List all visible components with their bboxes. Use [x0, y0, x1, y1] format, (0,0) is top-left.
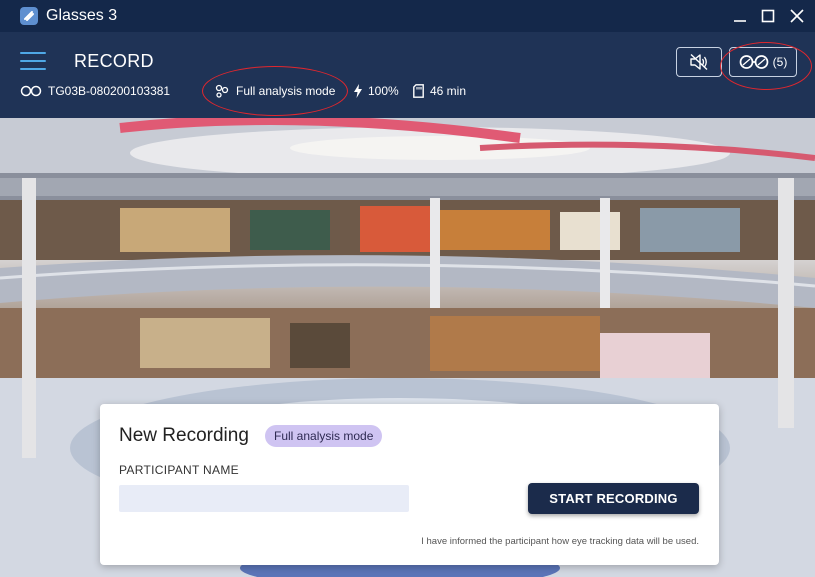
mute-button[interactable]: [676, 47, 722, 77]
minimize-button[interactable]: [728, 4, 752, 28]
mode-label: Full analysis mode: [236, 84, 336, 98]
mode-badge: Full analysis mode: [265, 425, 383, 447]
new-recording-card: New Recording Full analysis mode PARTICI…: [100, 404, 719, 565]
close-icon: [790, 9, 804, 23]
app-logo-icon: [20, 7, 38, 25]
participant-name-input[interactable]: [119, 485, 409, 512]
glasses-icon: [739, 55, 769, 69]
glasses-count: (5): [772, 55, 788, 69]
close-button[interactable]: [785, 4, 809, 28]
page-title: RECORD: [74, 51, 154, 71]
lightning-icon: [354, 84, 362, 98]
sd-card-icon: [413, 84, 424, 98]
title-bar: Glasses 3: [0, 0, 815, 32]
storage-remaining: 46 min: [430, 84, 467, 98]
gaze-analysis-icon: [215, 84, 229, 98]
participant-name-label: PARTICIPANT NAME: [119, 463, 239, 477]
window-title: Glasses 3: [46, 7, 118, 24]
maximize-button[interactable]: [756, 4, 780, 28]
app-header: RECORD TG03B-080200103381 Full analysis …: [0, 32, 815, 118]
serial-number: TG03B-080200103381: [48, 84, 171, 98]
maximize-icon: [761, 9, 775, 23]
minimize-icon: [734, 20, 746, 22]
battery-level: 100%: [368, 84, 399, 98]
serial-status: TG03B-080200103381: [20, 84, 170, 98]
consent-text: I have informed the participant how eye …: [421, 536, 699, 547]
mode-status: Full analysis mode: [214, 84, 335, 98]
battery-status: 100%: [354, 84, 399, 98]
hamburger-icon[interactable]: [20, 52, 46, 72]
speaker-muted-icon: [690, 53, 708, 71]
start-recording-button[interactable]: START RECORDING: [528, 483, 699, 514]
glasses-icon: [20, 85, 42, 97]
card-title: New Recording: [119, 425, 249, 446]
connected-glasses-button[interactable]: (5): [729, 47, 797, 77]
storage-status: 46 min: [413, 84, 466, 98]
